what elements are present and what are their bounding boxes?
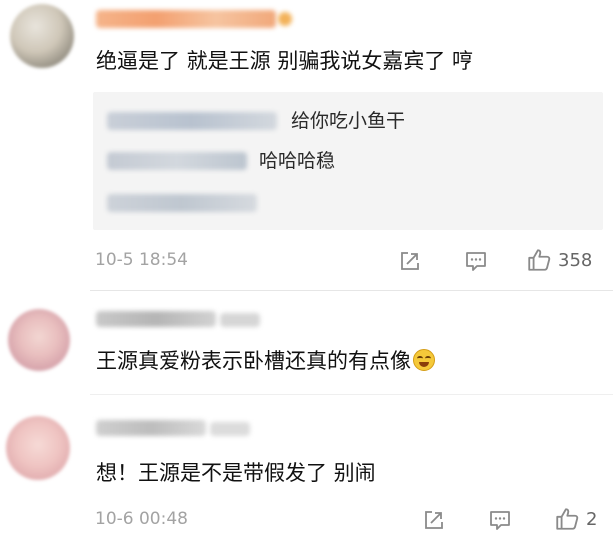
comment-icon — [466, 252, 486, 271]
laughing-crying-emoji-icon — [413, 349, 435, 371]
timestamp: 10-5 18:54 — [95, 250, 188, 270]
share-button[interactable] — [398, 249, 422, 273]
reply-text: 哈哈哈稳 — [259, 150, 336, 172]
avatar[interactable] — [10, 4, 74, 68]
comment-item-1: 绝逼是了 就是王源 别骗我说女嘉宾了 哼 给你吃小鱼干 哈哈哈稳 10-5 18… — [0, 0, 613, 290]
avatar[interactable] — [8, 309, 70, 371]
comment-icon — [490, 511, 510, 530]
reply-text: 给你吃小鱼干 — [291, 110, 406, 132]
like-button[interactable]: 358 — [526, 247, 592, 273]
reply-box[interactable]: 给你吃小鱼干 哈哈哈稳 — [93, 92, 603, 230]
reply-username[interactable] — [107, 112, 277, 130]
comment-text: 想！王源是不是带假发了 别闹 — [96, 461, 376, 485]
reply-button[interactable] — [464, 249, 488, 273]
thumbs-up-icon — [528, 249, 551, 271]
like-button[interactable]: 2 — [554, 506, 597, 532]
share-icon — [425, 511, 443, 529]
like-count: 358 — [558, 249, 593, 271]
comment-item-2: 王源真爱粉表示卧槽还真的有点像 — [0, 291, 613, 391]
like-count: 2 — [586, 508, 598, 530]
reply-username[interactable] — [107, 152, 247, 170]
comment-item-3: 想！王源是不是带假发了 别闹 10-6 00:48 2 — [0, 396, 613, 551]
thumbs-up-icon — [556, 508, 579, 530]
reply-button[interactable] — [488, 508, 512, 532]
share-button[interactable] — [422, 508, 446, 532]
reply-username[interactable] — [107, 194, 257, 212]
divider — [90, 394, 613, 395]
timestamp: 10-6 00:48 — [95, 509, 188, 529]
comment-text: 绝逼是了 就是王源 别骗我说女嘉宾了 哼 — [96, 49, 474, 73]
comment-text: 王源真爱粉表示卧槽还真的有点像 — [96, 347, 435, 375]
share-icon — [401, 252, 419, 270]
avatar[interactable] — [6, 416, 70, 480]
